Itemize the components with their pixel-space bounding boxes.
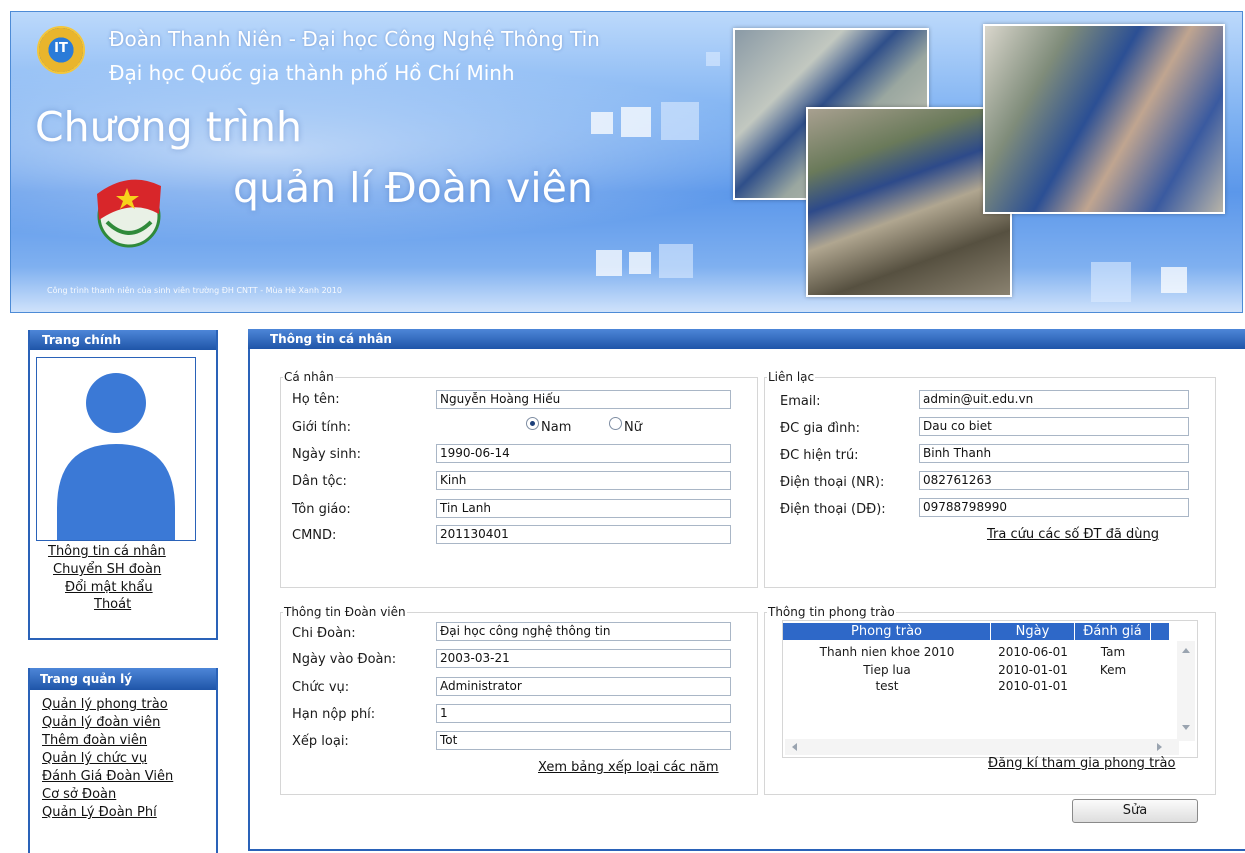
personal-legend: Cá nhân (284, 370, 334, 384)
banner-org-line: Đoàn Thanh Niên - Đại học Công Nghệ Thôn… (109, 27, 600, 51)
decor-square (629, 252, 651, 274)
banner-photo-children (983, 24, 1225, 214)
gender-male-radio[interactable] (526, 417, 539, 430)
sidebar-link-union-base[interactable]: Cơ sở Đoàn (42, 787, 116, 802)
mobile-phone-label: Điện thoại (DĐ): (780, 502, 886, 517)
union-legend: Thông tin Đoàn viên (284, 605, 406, 619)
sidebar-link-manage-positions[interactable]: Quản lý chức vụ (42, 751, 147, 766)
decor-square (591, 112, 613, 134)
horizontal-scrollbar[interactable] (785, 739, 1179, 755)
id-card-label: CMND: (292, 528, 337, 543)
home-address-field[interactable]: Dau co biet (919, 417, 1189, 436)
register-movement-link[interactable]: Đăng kí tham gia phong trào (988, 756, 1175, 771)
join-date-field[interactable]: 2003-03-21 (436, 649, 731, 668)
ranking-history-link[interactable]: Xem bảng xếp loại các năm (538, 760, 719, 775)
home-address-label: ĐC gia đình: (780, 421, 860, 436)
university-logo: IT (37, 26, 85, 74)
name-field[interactable]: Nguyễn Hoàng Hiếu (436, 390, 731, 409)
religion-label: Tôn giáo: (292, 502, 351, 517)
cell-rating: Tam (1100, 645, 1126, 659)
cell-rating: Kem (1099, 663, 1127, 677)
movement-table[interactable]: Phong trào Ngày Đánh giá Thanh nien khoe… (782, 620, 1198, 758)
religion-field[interactable]: Tin Lanh (436, 499, 731, 518)
position-field[interactable]: Administrator (436, 677, 731, 696)
dob-label: Ngày sinh: (292, 447, 362, 462)
name-label: Họ tên: (292, 392, 340, 407)
col-header-rating[interactable]: Đánh giá (1075, 623, 1151, 640)
decor-square (1161, 267, 1187, 293)
cell-date: 2010-01-01 (998, 663, 1068, 677)
gender-label: Giới tính: (292, 420, 351, 435)
email-field[interactable]: admin@uit.edu.vn (919, 390, 1189, 409)
fee-deadline-label: Hạn nộp phí: (292, 707, 376, 722)
email-label: Email: (780, 394, 821, 409)
home-phone-field[interactable]: 082761263 (919, 471, 1189, 490)
dob-field[interactable]: 1990-06-14 (436, 444, 731, 463)
scroll-lr-arrows-icon (792, 743, 1162, 751)
banner-university-line: Đại học Quốc gia thành phố Hồ Chí Minh (109, 61, 515, 85)
gender-female-radio[interactable] (609, 417, 622, 430)
banner-title-2: quản lí Đoàn viên (233, 164, 593, 212)
ethnic-label: Dân tộc: (292, 474, 347, 489)
current-address-field[interactable]: Binh Thanh (919, 444, 1189, 463)
sidebar-link-add-member[interactable]: Thêm đoàn viên (42, 733, 147, 748)
cell-date: 2010-06-01 (998, 645, 1068, 659)
cell-movement: Thanh nien khoe 2010 (819, 645, 955, 659)
sidebar-link-manage-fees[interactable]: Quản Lý Đoàn Phí (42, 805, 157, 820)
main-panel-title: Thông tin cá nhân (248, 329, 1245, 349)
gender-male-label: Nam (541, 420, 572, 435)
decor-square (596, 250, 622, 276)
edit-button[interactable]: Sửa (1072, 799, 1198, 823)
join-date-label: Ngày vào Đoàn: (292, 652, 397, 667)
banner-title-1: Chương trình (35, 103, 303, 151)
position-label: Chức vụ: (292, 680, 350, 695)
ethnic-field[interactable]: Kinh (436, 471, 731, 490)
banner-footnote: Công trình thanh niên của sinh viên trườ… (47, 286, 342, 295)
youth-union-emblem-icon (97, 179, 161, 248)
vertical-scrollbar[interactable] (1177, 641, 1195, 741)
fee-deadline-field[interactable]: 1 (436, 704, 731, 723)
sidebar-link-evaluate-members[interactable]: Đánh Giá Đoàn Viên (42, 769, 173, 784)
col-header-filler (1151, 623, 1169, 640)
decor-square (1091, 262, 1131, 302)
col-header-movement[interactable]: Phong trào (783, 623, 991, 640)
id-card-field[interactable]: 201130401 (436, 525, 731, 544)
branch-field[interactable]: Đại học công nghệ thông tin (436, 622, 731, 641)
sidebar-main-title: Trang chính (30, 330, 216, 350)
rank-field[interactable]: Tot (436, 731, 731, 750)
decor-square (661, 102, 699, 140)
sidebar-link-change-password[interactable]: Đổi mật khẩu (65, 580, 153, 595)
decor-square (659, 244, 693, 278)
header-banner: IT Đoàn Thanh Niên - Đại học Công Nghệ T… (10, 11, 1243, 313)
avatar (36, 357, 196, 541)
sidebar-link-manage-members[interactable]: Quản lý đoàn viên (42, 715, 160, 730)
sidebar-link-logout[interactable]: Thoát (94, 597, 131, 612)
sidebar-admin-title: Trang quản lý (30, 668, 216, 690)
mobile-phone-field[interactable]: 09788798990 (919, 498, 1189, 517)
cell-movement: Tiep lua (863, 663, 911, 677)
gender-female-label: Nữ (624, 420, 642, 435)
col-header-date[interactable]: Ngày (991, 623, 1075, 640)
home-phone-label: Điện thoại (NR): (780, 475, 885, 490)
scroll-arrows-icon (1182, 648, 1190, 730)
cell-movement: test (875, 679, 899, 693)
phone-history-link[interactable]: Tra cứu các số ĐT đã dùng (987, 527, 1159, 542)
cell-date: 2010-01-01 (998, 679, 1068, 693)
decor-square (706, 52, 720, 66)
sidebar-link-transfer[interactable]: Chuyển SH đoàn (53, 562, 161, 577)
branch-label: Chi Đoàn: (292, 626, 356, 641)
movement-legend: Thông tin phong trào (768, 605, 895, 619)
rank-label: Xếp loại: (292, 734, 349, 749)
contact-legend: Liên lạc (768, 370, 815, 384)
sidebar-link-profile[interactable]: Thông tin cá nhân (48, 544, 166, 559)
sidebar-link-manage-movements[interactable]: Quản lý phong trào (42, 697, 168, 712)
banner-photo-field (806, 107, 1012, 297)
user-avatar-icon (57, 373, 175, 540)
current-address-label: ĐC hiện trú: (780, 448, 859, 463)
decor-square (621, 107, 651, 137)
